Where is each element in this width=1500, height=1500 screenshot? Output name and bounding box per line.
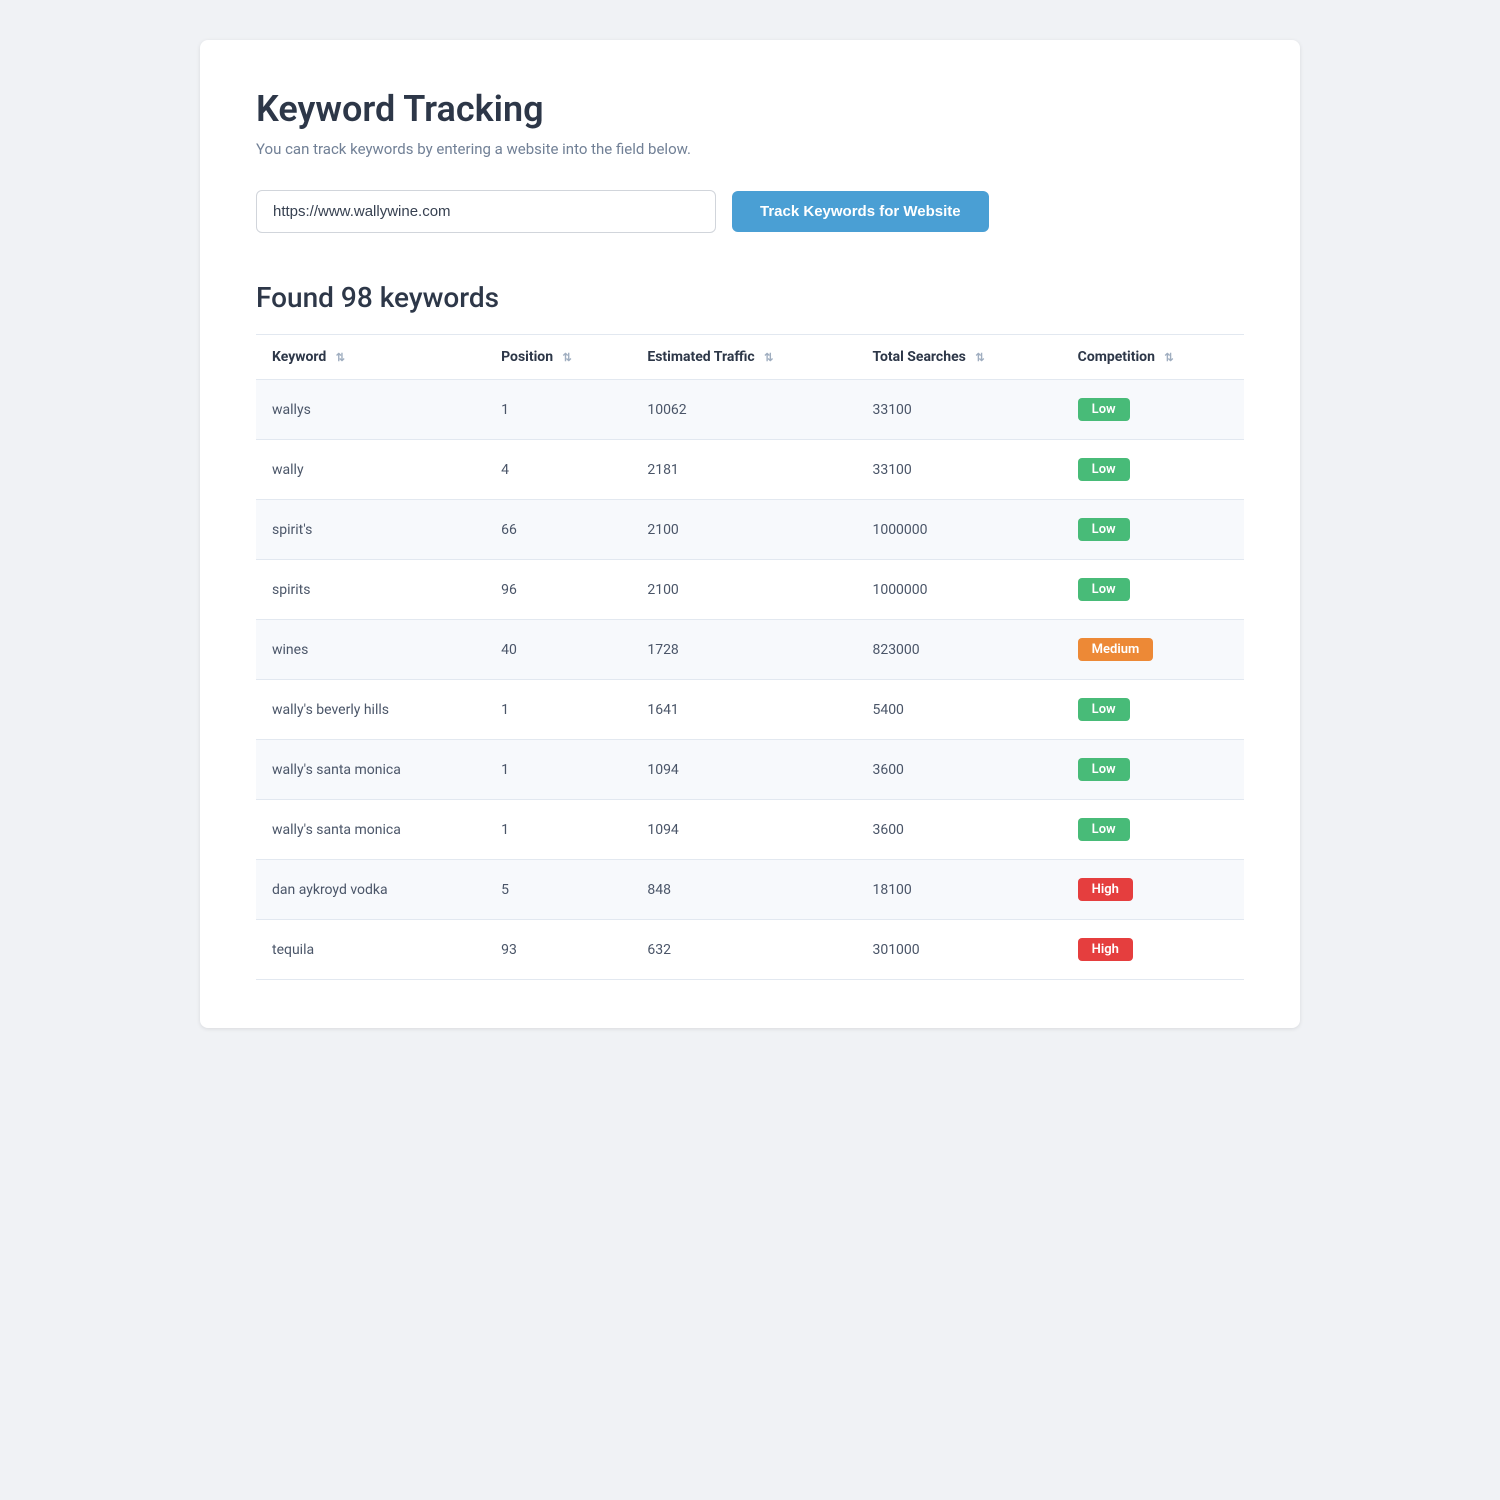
cell-keyword: spirit's (256, 500, 485, 560)
keywords-table-wrapper: Keyword ⇅ Position ⇅ Estimated Traffic ⇅… (256, 334, 1244, 980)
cell-total-searches: 33100 (856, 380, 1061, 440)
competition-badge: Medium (1078, 638, 1154, 661)
competition-badge: Low (1078, 698, 1130, 721)
cell-estimated-traffic: 1094 (631, 740, 856, 800)
cell-estimated-traffic: 2100 (631, 500, 856, 560)
cell-keyword: wally's santa monica (256, 740, 485, 800)
cell-total-searches: 1000000 (856, 560, 1061, 620)
table-row: dan aykroyd vodka 5 848 18100 High (256, 860, 1244, 920)
cell-competition: Low (1062, 680, 1244, 740)
cell-total-searches: 1000000 (856, 500, 1061, 560)
cell-competition: Low (1062, 500, 1244, 560)
competition-badge: High (1078, 938, 1133, 961)
cell-total-searches: 33100 (856, 440, 1061, 500)
cell-total-searches: 823000 (856, 620, 1061, 680)
cell-position: 5 (485, 860, 631, 920)
cell-estimated-traffic: 1641 (631, 680, 856, 740)
col-header-keyword[interactable]: Keyword ⇅ (256, 335, 485, 380)
cell-total-searches: 3600 (856, 740, 1061, 800)
cell-estimated-traffic: 2181 (631, 440, 856, 500)
table-header: Keyword ⇅ Position ⇅ Estimated Traffic ⇅… (256, 335, 1244, 380)
cell-total-searches: 18100 (856, 860, 1061, 920)
cell-competition: High (1062, 920, 1244, 980)
cell-competition: Low (1062, 440, 1244, 500)
cell-keyword: tequila (256, 920, 485, 980)
col-header-total-searches[interactable]: Total Searches ⇅ (856, 335, 1061, 380)
cell-keyword: spirits (256, 560, 485, 620)
col-header-position[interactable]: Position ⇅ (485, 335, 631, 380)
cell-total-searches: 5400 (856, 680, 1061, 740)
table-row: spirits 96 2100 1000000 Low (256, 560, 1244, 620)
col-header-competition[interactable]: Competition ⇅ (1062, 335, 1244, 380)
cell-estimated-traffic: 848 (631, 860, 856, 920)
cell-position: 1 (485, 740, 631, 800)
cell-competition: Low (1062, 560, 1244, 620)
table-row: wally's beverly hills 1 1641 5400 Low (256, 680, 1244, 740)
table-row: wally 4 2181 33100 Low (256, 440, 1244, 500)
cell-keyword: wallys (256, 380, 485, 440)
page-title: Keyword Tracking (256, 88, 1244, 130)
cell-total-searches: 301000 (856, 920, 1061, 980)
cell-competition: Low (1062, 380, 1244, 440)
cell-position: 96 (485, 560, 631, 620)
cell-keyword: wally's beverly hills (256, 680, 485, 740)
competition-badge: Low (1078, 818, 1130, 841)
table-row: spirit's 66 2100 1000000 Low (256, 500, 1244, 560)
cell-position: 40 (485, 620, 631, 680)
results-heading: Found 98 keywords (256, 281, 1244, 314)
cell-keyword: wines (256, 620, 485, 680)
competition-badge: High (1078, 878, 1133, 901)
competition-badge: Low (1078, 758, 1130, 781)
cell-position: 4 (485, 440, 631, 500)
cell-competition: Low (1062, 740, 1244, 800)
sort-icon-estimated-traffic[interactable]: ⇅ (764, 351, 773, 364)
competition-badge: Low (1078, 518, 1130, 541)
cell-position: 1 (485, 800, 631, 860)
cell-estimated-traffic: 2100 (631, 560, 856, 620)
competition-badge: Low (1078, 398, 1130, 421)
url-input[interactable] (256, 190, 716, 233)
main-card: Keyword Tracking You can track keywords … (200, 40, 1300, 1028)
table-row: tequila 93 632 301000 High (256, 920, 1244, 980)
cell-position: 93 (485, 920, 631, 980)
competition-badge: Low (1078, 578, 1130, 601)
cell-keyword: dan aykroyd vodka (256, 860, 485, 920)
cell-position: 66 (485, 500, 631, 560)
competition-badge: Low (1078, 458, 1130, 481)
search-row: Track Keywords for Website (256, 190, 1244, 233)
sort-icon-competition[interactable]: ⇅ (1164, 351, 1173, 364)
track-keywords-button[interactable]: Track Keywords for Website (732, 191, 989, 232)
cell-estimated-traffic: 1728 (631, 620, 856, 680)
table-body: wallys 1 10062 33100 Low wally 4 2181 33… (256, 380, 1244, 980)
cell-keyword: wally (256, 440, 485, 500)
keywords-table: Keyword ⇅ Position ⇅ Estimated Traffic ⇅… (256, 334, 1244, 980)
cell-estimated-traffic: 632 (631, 920, 856, 980)
table-row: wally's santa monica 1 1094 3600 Low (256, 740, 1244, 800)
cell-estimated-traffic: 10062 (631, 380, 856, 440)
cell-competition: Low (1062, 800, 1244, 860)
table-row: wallys 1 10062 33100 Low (256, 380, 1244, 440)
sort-icon-position[interactable]: ⇅ (563, 351, 572, 364)
cell-estimated-traffic: 1094 (631, 800, 856, 860)
col-header-estimated-traffic[interactable]: Estimated Traffic ⇅ (631, 335, 856, 380)
sort-icon-keyword[interactable]: ⇅ (336, 351, 345, 364)
cell-keyword: wally's santa monica (256, 800, 485, 860)
cell-position: 1 (485, 680, 631, 740)
cell-competition: Medium (1062, 620, 1244, 680)
table-row: wines 40 1728 823000 Medium (256, 620, 1244, 680)
cell-position: 1 (485, 380, 631, 440)
table-row: wally's santa monica 1 1094 3600 Low (256, 800, 1244, 860)
cell-competition: High (1062, 860, 1244, 920)
sort-icon-total-searches[interactable]: ⇅ (975, 351, 984, 364)
page-subtitle: You can track keywords by entering a web… (256, 140, 1244, 158)
cell-total-searches: 3600 (856, 800, 1061, 860)
